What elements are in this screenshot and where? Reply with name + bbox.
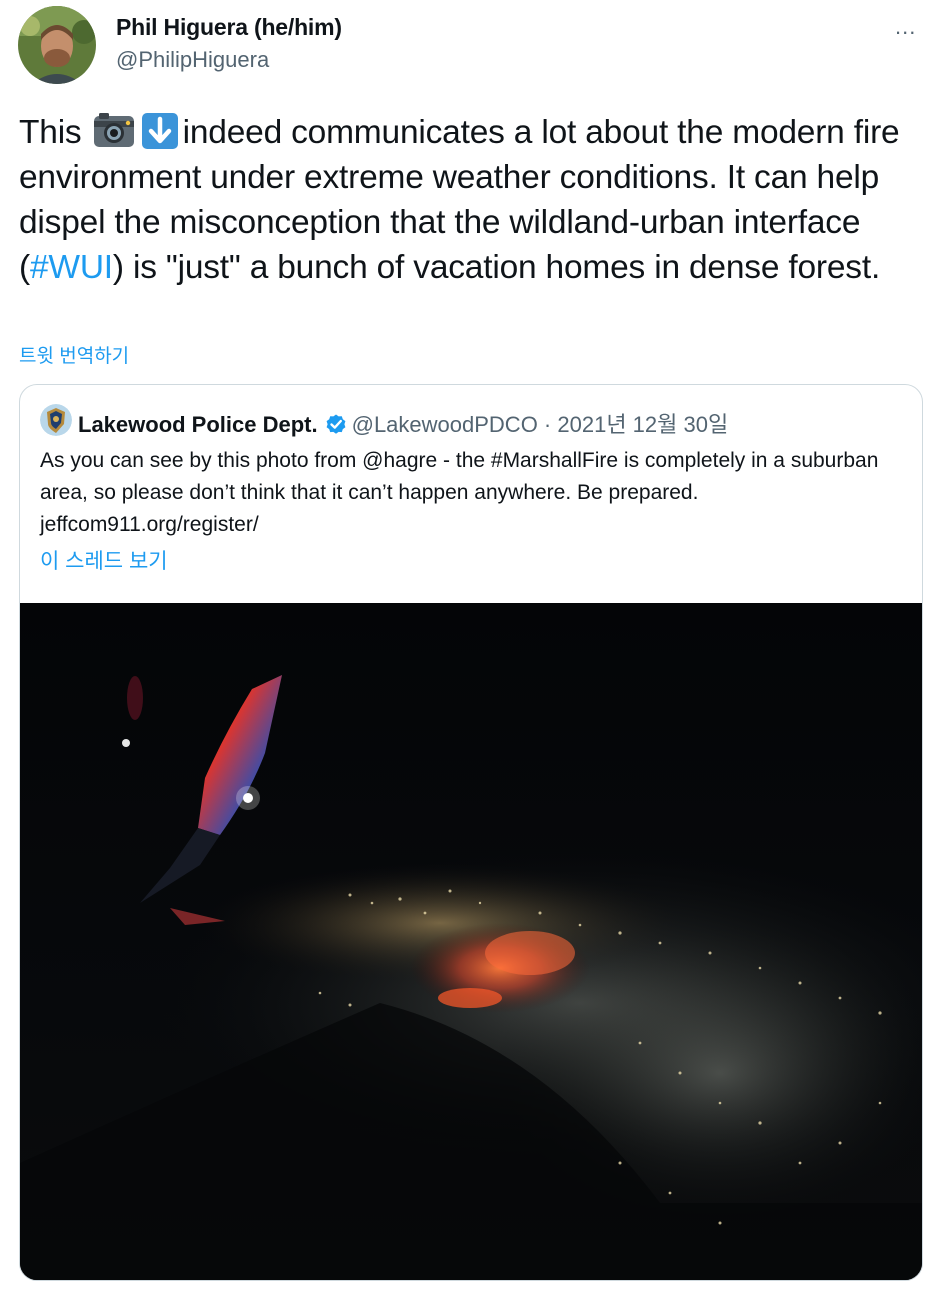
down-arrow-icon — [139, 113, 181, 149]
quoted-tweet-text: As you can see by this photo from @hagre… — [40, 449, 879, 536]
tweet-text-start: This — [19, 114, 91, 151]
show-thread-link[interactable]: 이 스레드 보기 — [40, 545, 168, 575]
hashtag-link[interactable]: #WUI — [30, 249, 113, 286]
camera-icon — [93, 113, 135, 149]
verified-badge-icon — [324, 412, 348, 436]
translate-tweet-link[interactable]: 트윗 번역하기 — [19, 341, 129, 368]
author-name[interactable]: Phil Higuera (he/him) — [116, 14, 342, 41]
more-options-icon[interactable]: ... — [895, 14, 916, 40]
quoted-author-avatar[interactable] — [40, 404, 72, 436]
tweet-text: This indeed communicates a lot about the… — [19, 110, 919, 290]
tweet-text-end: ) is "just" a bunch of vacation homes in… — [112, 249, 881, 286]
quoted-author-handle[interactable]: @LakewoodPDCO — [352, 412, 538, 437]
author-handle[interactable]: @PhilipHiguera — [116, 47, 269, 73]
meta-separator: · — [537, 412, 558, 437]
author-avatar[interactable] — [18, 6, 96, 84]
quoted-tweet-header: Lakewood Police Dept. @LakewoodPDCO · 20… — [78, 407, 728, 439]
quoted-author-name[interactable]: Lakewood Police Dept. — [78, 412, 318, 437]
quoted-tweet-photo[interactable] — [20, 603, 922, 1280]
quoted-tweet-date[interactable]: 2021년 12월 30일 — [557, 412, 728, 437]
quoted-tweet[interactable]: Lakewood Police Dept. @LakewoodPDCO · 20… — [19, 384, 923, 1281]
